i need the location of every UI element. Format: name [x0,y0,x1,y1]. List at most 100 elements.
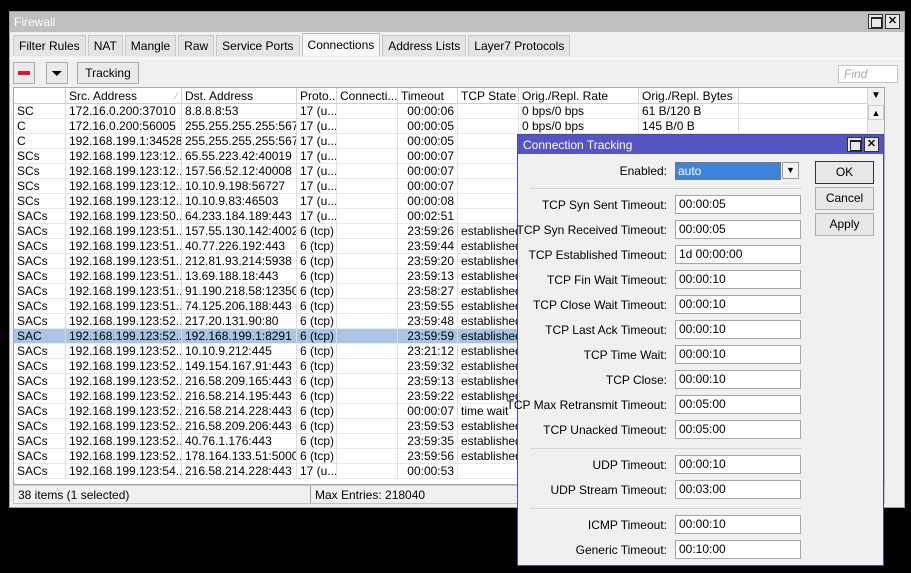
col-orig-repl-bytes[interactable]: Orig./Repl. Bytes [639,88,739,104]
cell-proto: 6 (tcp) [297,269,337,284]
col-src-address-label: Src. Address [69,89,138,103]
scroll-up-icon[interactable]: ▲ [868,105,884,120]
tab-bar: Filter Rules NAT Mangle Raw Service Port… [13,33,572,57]
cell-proto: 17 (u... [297,164,337,179]
cell-timeout: 23:59:44 [398,239,458,254]
cell-flags: SACs [14,389,66,404]
udp-timeout-input[interactable]: 00:00:10 [675,455,801,474]
generic-timeout-input[interactable]: 00:10:00 [675,540,801,559]
col-dst-address[interactable]: Dst. Address [182,88,297,104]
col-protocol[interactable]: Proto... [297,88,337,104]
tab-service-ports[interactable]: Service Ports [216,35,300,56]
generic-timeout-label: Generic Timeout: [575,543,667,557]
apply-button[interactable]: Apply [815,213,874,236]
cell-timeout: 00:00:08 [398,194,458,209]
tab-raw[interactable]: Raw [178,35,215,56]
col-flags[interactable] [14,88,66,104]
cell-dst: 74.125.206.188:443 [182,299,297,314]
cell-src: 192.168.199.123:51... [66,284,182,299]
tcp-time-wait-input[interactable]: 00:00:10 [675,345,801,364]
col-orig-repl-rate[interactable]: Orig./Repl. Rate [519,88,639,104]
dialog-titlebar[interactable]: Connection Tracking ✕ [518,135,883,154]
dialog-title: Connection Tracking [523,138,633,152]
cell-dst: 216.58.209.206:443 [182,419,297,434]
window-titlebar[interactable]: Firewall ✕ [10,12,904,32]
tcp-max-retransmit-timeout-input[interactable]: 00:05:00 [675,395,801,414]
cell-dst: 216.58.209.165:443 [182,374,297,389]
tcp-syn-received-timeout-label: TCP Syn Received Timeout: [516,223,667,237]
cell-src: 192.168.199.123:51... [66,239,182,254]
filter-button[interactable]: ⏷ [46,62,68,84]
cell-dst: 40.76.1.176:443 [182,434,297,449]
table-row[interactable]: SC 172.16.0.200:37010 8.8.8.8:53 17 (u... 00… [14,104,884,119]
cancel-button[interactable]: Cancel [815,187,874,210]
tcp-close-input[interactable]: 00:00:10 [675,370,801,389]
cell-dst: 217.20.131.90:80 [182,314,297,329]
tab-nat[interactable]: NAT [87,35,123,56]
cell-timeout: 23:58:27 [398,284,458,299]
cell-conn [337,269,398,284]
cell-src: 172.16.0.200:37010 [66,104,182,119]
cell-conn [337,149,398,164]
tab-address-lists[interactable]: Address Lists [382,35,467,56]
cell-proto: 17 (u... [297,209,337,224]
cell-dst: 10.10.9.212:445 [182,344,297,359]
cell-proto: 6 (tcp) [297,404,337,419]
tcp-fin-wait-timeout-input[interactable]: 00:00:10 [675,270,801,289]
tcp-syn-received-timeout-input[interactable]: 00:00:05 [675,220,801,239]
cell-conn [337,104,398,119]
enabled-select[interactable]: auto [675,162,781,180]
cell-rate: 0 bps/0 bps [519,119,639,134]
cell-conn [337,239,398,254]
column-menu-icon[interactable]: ▼ [868,88,884,104]
maximize-icon[interactable] [868,14,883,29]
col-timeout[interactable]: Timeout [398,88,458,104]
tab-filter-rules[interactable]: Filter Rules [13,35,86,56]
cell-timeout: 23:59:32 [398,359,458,374]
tcp-close-wait-timeout-input[interactable]: 00:00:10 [675,295,801,314]
cell-conn [337,119,398,134]
cell-proto: 17 (u... [297,179,337,194]
cell-src: 192.168.199.123:52... [66,434,182,449]
tab-mangle[interactable]: Mangle [124,35,177,56]
cell-src: 192.168.199.123:52... [66,419,182,434]
cell-conn [337,224,398,239]
tcp-syn-sent-timeout-input[interactable]: 00:00:05 [675,195,801,214]
tracking-button[interactable]: Tracking [77,62,139,84]
cell-dst: 255.255.255.255:5678 [182,119,297,134]
find-input[interactable]: Find [838,65,898,83]
tab-layer7-protocols[interactable]: Layer7 Protocols [468,35,571,56]
cell-src: 192.168.199.123:52... [66,449,182,464]
cell-proto: 17 (u... [297,119,337,134]
col-connection-type[interactable]: Connecti... [337,88,398,104]
cell-flags: SACs [14,284,66,299]
tab-connections[interactable]: Connections [301,33,381,56]
tcp-unacked-timeout-input[interactable]: 00:05:00 [675,420,801,439]
dropdown-arrow-icon[interactable]: ▼ [782,162,799,179]
cell-dst: 216.58.214.228:443 [182,464,297,479]
tcp-last-ack-timeout-label: TCP Last Ack Timeout: [545,323,667,337]
cell-flags: C [14,134,66,149]
icmp-timeout-input[interactable]: 00:00:10 [675,515,801,534]
close-icon[interactable]: ✕ [885,14,900,29]
cell-dst: 157.55.130.142:40028 [182,224,297,239]
cell-flags: SACs [14,209,66,224]
tcp-established-timeout-input[interactable]: 1d 00:00:00 [675,245,801,264]
cell-dst: 157.56.52.12:40008 [182,164,297,179]
close-icon[interactable]: ✕ [864,137,879,152]
maximize-icon[interactable] [847,137,862,152]
cell-conn [337,344,398,359]
icmp-timeout-label: ICMP Timeout: [587,518,667,532]
remove-button[interactable] [13,62,35,84]
col-tcp-state[interactable]: TCP State [458,88,519,104]
udp-stream-timeout-input[interactable]: 00:03:00 [675,480,801,499]
cell-flags: SACs [14,434,66,449]
cell-timeout: 23:21:12 [398,344,458,359]
cell-proto: 6 (tcp) [297,359,337,374]
tcp-last-ack-timeout-input[interactable]: 00:00:10 [675,320,801,339]
col-src-address[interactable]: Src. Address ⁄ [66,88,182,104]
ok-button[interactable]: OK [815,161,874,184]
table-row[interactable]: C 172.16.0.200:56005 255.255.255.255:5678 1… [14,119,884,134]
cell-conn [337,434,398,449]
cell-timeout: 00:00:06 [398,104,458,119]
